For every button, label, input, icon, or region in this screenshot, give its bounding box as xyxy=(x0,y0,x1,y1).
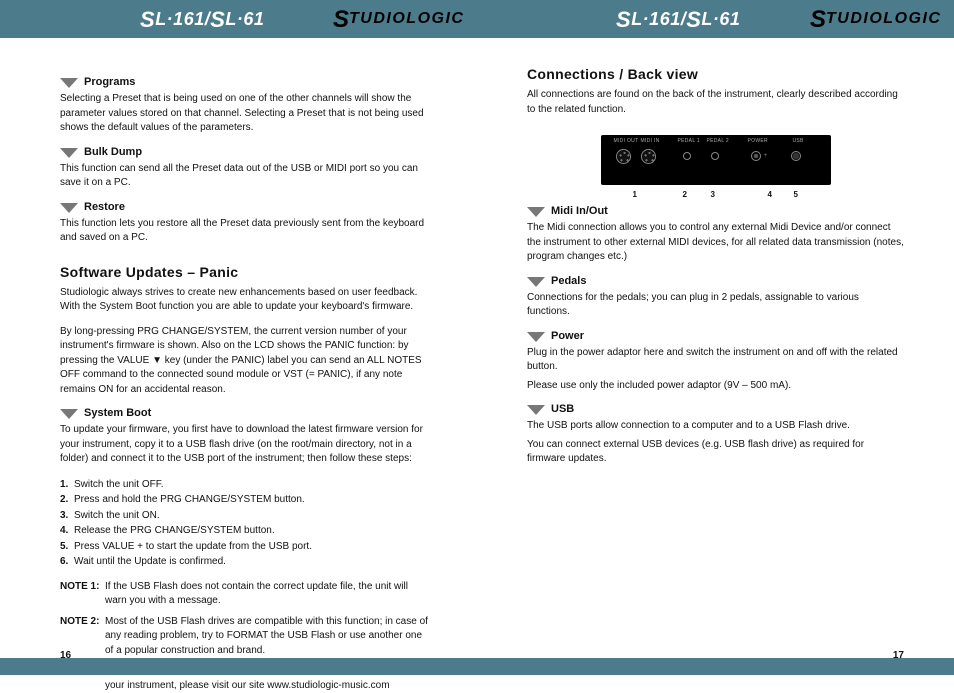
note2-text-a: Most of the USB Flash drives are compati… xyxy=(105,615,432,659)
right-page: Connections / Back view All connections … xyxy=(477,38,954,657)
left-sub-sysboot-label: System Boot xyxy=(84,407,151,419)
rear-panel-diagram: MIDI OUT MIDI IN PEDAL 1 PEDAL 2 POWER U… xyxy=(601,135,831,185)
triangle-icon xyxy=(527,405,545,415)
left-sub-restore: Restore xyxy=(60,201,432,213)
right-power-body-2: Please use only the included power adapt… xyxy=(527,379,904,394)
header-logo-left: STUDIOLOGIC xyxy=(333,6,464,32)
right-connections-body: All connections are found on the back of… xyxy=(527,88,904,117)
logo-big-s-r: S xyxy=(810,6,826,34)
left-sub-programs: Programs xyxy=(60,76,432,88)
right-power-body-1: Plug in the power adaptor here and switc… xyxy=(527,346,904,375)
left-sub-sysboot: System Boot xyxy=(60,407,432,419)
right-usb-body-2: You can connect external USB devices (e.… xyxy=(527,438,904,467)
left-note-1: NOTE 1: If the USB Flash does not contai… xyxy=(60,580,432,609)
midi-out-port-icon xyxy=(616,149,631,164)
midi-in-port-icon xyxy=(641,149,656,164)
step-2: Press and hold the PRG CHANGE/SYSTEM but… xyxy=(74,494,305,505)
left-bulk-body: This function can send all the Preset da… xyxy=(60,162,432,191)
left-programs-body: Selecting a Preset that is being used on… xyxy=(60,92,432,136)
triangle-icon xyxy=(527,207,545,217)
rp-label-ped1: PEDAL 1 xyxy=(678,138,700,144)
left-sysboot-steps: 1.Switch the unit OFF. 2.Press and hold … xyxy=(60,477,432,570)
left-sub-bulk-label: Bulk Dump xyxy=(84,146,142,158)
rp-num-3: 3 xyxy=(711,190,715,199)
step-6: Wait until the Update is confirmed. xyxy=(74,556,226,567)
logo-big-s: S xyxy=(333,6,349,34)
step-5: Press VALUE + to start the update from t… xyxy=(74,541,312,552)
right-sub-usb: USB xyxy=(527,403,904,415)
model-big-s-2: S xyxy=(210,7,225,33)
right-sub-midi-label: Midi In/Out xyxy=(551,205,608,217)
left-sub-restore-label: Restore xyxy=(84,201,125,213)
right-sub-power: Power xyxy=(527,330,904,342)
rp-num-5: 5 xyxy=(794,190,798,199)
rp-label-ped2: PEDAL 2 xyxy=(707,138,729,144)
left-restore-body: This function lets you restore all the P… xyxy=(60,217,432,246)
logo-rest-r: TUDIOLOGIC xyxy=(826,10,941,28)
rp-num-1: 1 xyxy=(633,190,637,199)
note1-text: If the USB Flash does not contain the co… xyxy=(105,580,432,609)
right-sub-usb-label: USB xyxy=(551,403,574,415)
right-midi-body: The Midi connection allows you to contro… xyxy=(527,221,904,265)
header-model-left: SL·161/SL·61 xyxy=(140,6,264,32)
step-4: Release the PRG CHANGE/SYSTEM button. xyxy=(74,525,275,536)
left-sysboot-body: To update your firmware, you first have … xyxy=(60,423,432,467)
triangle-icon xyxy=(60,148,78,158)
triangle-icon xyxy=(60,78,78,88)
rp-label-usb: USB xyxy=(793,138,804,144)
model-rest-1: L·161/ xyxy=(155,9,210,30)
step-3: Switch the unit ON. xyxy=(74,510,160,521)
right-sub-pedals-label: Pedals xyxy=(551,275,586,287)
right-sub-midi: Midi In/Out xyxy=(527,205,904,217)
triangle-icon xyxy=(60,409,78,419)
header-brand-row: SL·161/SL·61 STUDIOLOGIC SL·161/SL·61 ST… xyxy=(0,6,954,32)
triangle-icon xyxy=(60,203,78,213)
page-body: Programs Selecting a Preset that is bein… xyxy=(0,38,954,657)
model-big-s-2-r: S xyxy=(686,7,701,33)
left-updates-body-2: By long-pressing PRG CHANGE/SYSTEM, the … xyxy=(60,325,432,398)
dc-jack-icon xyxy=(751,151,761,161)
bottom-bar xyxy=(0,658,954,675)
left-sub-bulk: Bulk Dump xyxy=(60,146,432,158)
left-updates-body-1: Studiologic always strives to create new… xyxy=(60,286,432,315)
model-rest-1-r: L·161/ xyxy=(631,9,686,30)
rp-num-2: 2 xyxy=(683,190,687,199)
right-pedals-body: Connections for the pedals; you can plug… xyxy=(527,291,904,320)
rp-label-power: POWER xyxy=(748,138,768,144)
pedal1-jack-icon xyxy=(683,152,691,160)
left-heading-updates: Software Updates – Panic xyxy=(60,264,432,280)
right-sub-power-label: Power xyxy=(551,330,584,342)
note1-label: NOTE 1: xyxy=(60,580,105,609)
pedal2-jack-icon xyxy=(711,152,719,160)
polarity-icon: + xyxy=(764,153,768,159)
manual-spread: SL·161/SL·61 STUDIOLOGIC SL·161/SL·61 ST… xyxy=(0,0,954,675)
logo-rest: TUDIOLOGIC xyxy=(349,10,464,28)
header-logo-right: STUDIOLOGIC xyxy=(810,6,941,32)
rp-num-4: 4 xyxy=(768,190,772,199)
right-usb-body-1: The USB ports allow connection to a comp… xyxy=(527,419,904,434)
header-model-right: SL·161/SL·61 xyxy=(616,6,740,32)
rp-label-midiout: MIDI OUT xyxy=(614,138,639,144)
triangle-icon xyxy=(527,277,545,287)
model-big-s: S xyxy=(140,7,155,33)
left-sub-programs-label: Programs xyxy=(84,76,135,88)
step-1: Switch the unit OFF. xyxy=(74,479,163,490)
triangle-icon xyxy=(527,332,545,342)
right-heading-connections: Connections / Back view xyxy=(527,66,904,82)
rp-label-midiin: MIDI IN xyxy=(641,138,660,144)
model-big-s-r: S xyxy=(616,7,631,33)
left-note-2a: NOTE 2: Most of the USB Flash drives are… xyxy=(60,615,432,659)
model-rest-2: L·61 xyxy=(225,9,264,30)
right-sub-pedals: Pedals xyxy=(527,275,904,287)
model-rest-2-r: L·61 xyxy=(701,9,740,30)
power-switch-icon xyxy=(791,151,801,161)
left-page: Programs Selecting a Preset that is bein… xyxy=(0,38,477,657)
